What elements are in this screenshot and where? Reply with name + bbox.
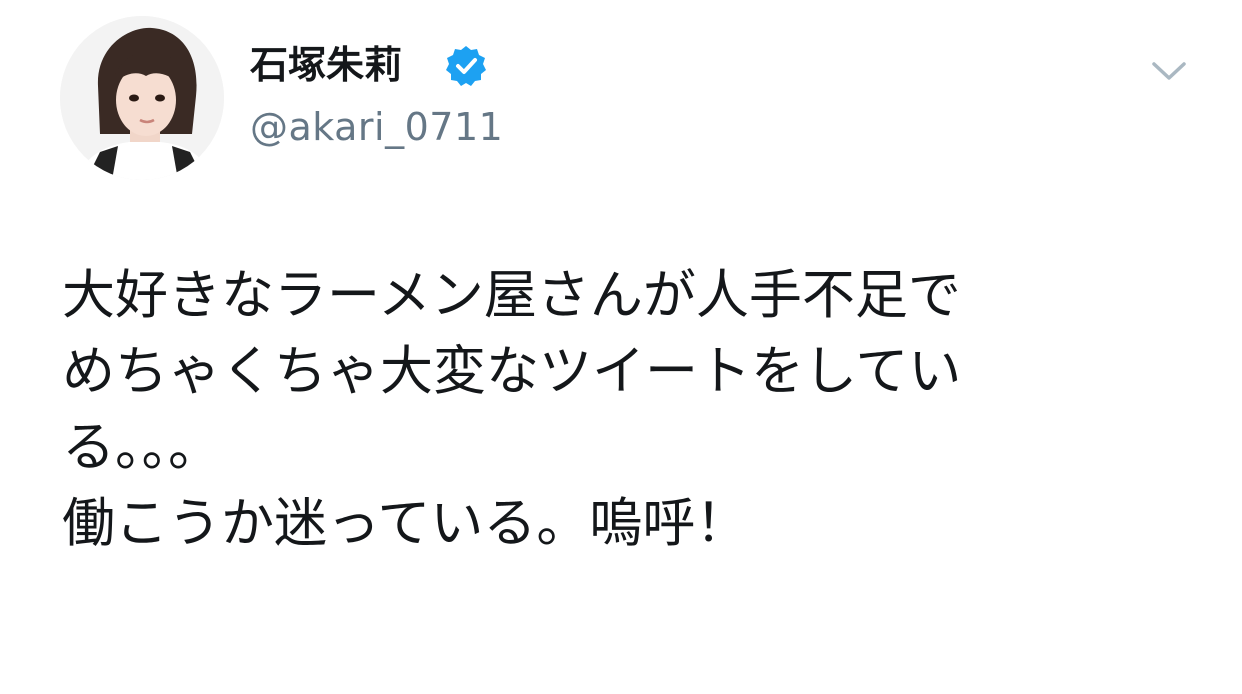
profile-photo (60, 16, 224, 180)
tweet-text-line: る。。。 (62, 417, 221, 478)
tweet-text: 大好きなラーメン屋さんが人手不足で めちゃくちゃ大変なツイートをしてい る。。。… (62, 258, 1192, 562)
tweet-card: 石塚朱莉 @akari_0711 大好きなラーメン屋さんが人手不足で めちゃくち… (0, 0, 1242, 694)
tweet-text-line: めちゃくちゃ大変なツイートをしてい (62, 341, 962, 402)
avatar[interactable] (60, 16, 224, 180)
user-handle[interactable]: @akari_0711 (250, 102, 503, 152)
tweet-text-line: 働こうか迷っている。嗚呼！ (62, 493, 749, 554)
tweet-text-line: 大好きなラーメン屋さんが人手不足で (62, 265, 961, 326)
chevron-down-icon[interactable] (1148, 54, 1190, 86)
verified-badge-icon (444, 44, 488, 88)
display-name[interactable]: 石塚朱莉 (250, 40, 402, 90)
